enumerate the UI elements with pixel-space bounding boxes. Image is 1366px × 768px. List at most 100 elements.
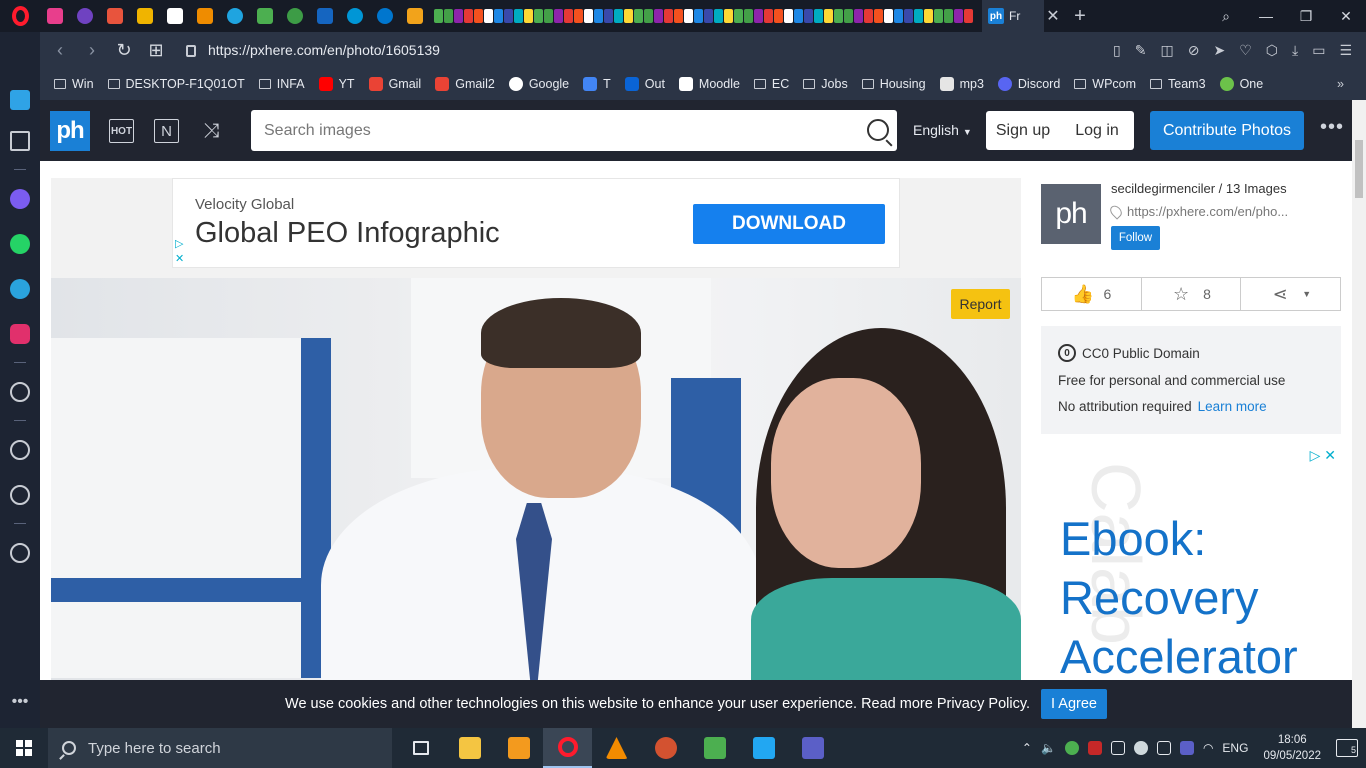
ad-download-button[interactable]: DOWNLOAD (693, 204, 885, 244)
tab-el-icon[interactable] (400, 0, 430, 32)
collapsed-tab-favicon[interactable] (624, 9, 633, 23)
collapsed-tab-favicon[interactable] (714, 9, 723, 23)
new-tab-button[interactable]: + (1062, 5, 1098, 28)
collapsed-tab-favicon[interactable] (584, 9, 593, 23)
collapsed-tab-favicon[interactable] (754, 9, 763, 23)
pxhere-logo[interactable]: ph (50, 111, 90, 151)
collapsed-tab-favicon[interactable] (444, 9, 453, 23)
collapsed-tab-favicon[interactable] (794, 9, 803, 23)
security-icon[interactable] (1064, 741, 1079, 755)
collapsed-tab-favicon[interactable] (454, 9, 463, 23)
learn-more-link[interactable]: Learn more (1198, 399, 1267, 414)
collapsed-tab-favicon[interactable] (774, 9, 783, 23)
collapsed-tab-favicon[interactable] (924, 9, 933, 23)
volume-icon[interactable]: 🔈 (1041, 741, 1056, 755)
powerpoint-icon[interactable] (641, 728, 690, 768)
tab-amazon-icon[interactable] (160, 0, 190, 32)
collapsed-tab-favicon[interactable] (504, 9, 513, 23)
new-icon[interactable]: N (154, 119, 179, 143)
contribute-photos-button[interactable]: Contribute Photos (1150, 111, 1304, 150)
collapsed-tab-favicon[interactable] (434, 9, 443, 23)
active-tab[interactable]: ph Fr (982, 0, 1044, 32)
recorder-icon[interactable] (1087, 741, 1102, 755)
collapsed-tab-favicon[interactable] (834, 9, 843, 23)
tab-puzzle-icon[interactable] (100, 0, 130, 32)
collapsed-tab-favicon[interactable] (654, 9, 663, 23)
tab-grid-icon[interactable]: ⊞ (140, 40, 172, 61)
collapsed-tab-favicon[interactable] (474, 9, 483, 23)
collapsed-tab-favicon[interactable] (534, 9, 543, 23)
tab-c-icon[interactable] (220, 0, 250, 32)
teams-tray-icon[interactable] (1179, 741, 1194, 755)
collapsed-tab-favicon[interactable] (904, 9, 913, 23)
minimize-button[interactable]: — (1246, 8, 1286, 24)
send-icon[interactable]: ➤ (1213, 42, 1225, 59)
collapsed-tab-favicon[interactable] (664, 9, 673, 23)
favorite-button[interactable]: ☆ 8 (1142, 278, 1242, 310)
reader-icon[interactable]: ▯ (1113, 42, 1121, 59)
reload-button[interactable]: ↻ (108, 40, 140, 61)
collapsed-tab-favicon[interactable] (764, 9, 773, 23)
file-explorer-icon[interactable] (445, 728, 494, 768)
follow-button[interactable]: Follow (1111, 226, 1160, 250)
bookmark-team3[interactable]: Team3 (1150, 77, 1206, 91)
collapsed-tab-favicon[interactable] (944, 9, 953, 23)
task-manager-icon[interactable] (1156, 741, 1171, 755)
scrollbar-thumb[interactable] (1355, 140, 1363, 198)
collapsed-tab-favicon[interactable] (604, 9, 613, 23)
onedrive-icon[interactable] (1133, 741, 1148, 755)
tab-leaf-icon[interactable] (280, 0, 310, 32)
collapsed-tab-favicon[interactable] (704, 9, 713, 23)
bookmark-jobs[interactable]: Jobs (803, 77, 848, 91)
main-photo[interactable]: Report (51, 278, 1021, 680)
collapsed-tab-favicon[interactable] (864, 9, 873, 23)
collapsed-tab-favicon[interactable] (894, 9, 903, 23)
shuffle-icon[interactable]: ⤨ (199, 119, 224, 143)
author-name[interactable]: secildegirmenciler / 13 Images (1111, 181, 1287, 196)
collapsed-tab-favicon[interactable] (844, 9, 853, 23)
collapsed-tab-favicon[interactable] (814, 9, 823, 23)
tab-banner-icon[interactable] (130, 0, 160, 32)
collapsed-tab-favicon[interactable] (634, 9, 643, 23)
bookmark-win[interactable]: Win (54, 77, 94, 91)
collapsed-tab-favicon[interactable] (884, 9, 893, 23)
spreadsheet-icon[interactable] (690, 728, 739, 768)
tray-overflow-icon[interactable]: ⌃ (1022, 741, 1032, 755)
bookmark-gmail[interactable]: Gmail (368, 77, 421, 91)
share-button[interactable]: ⋖ ▼ (1241, 278, 1340, 310)
author-avatar[interactable]: ph (1041, 184, 1101, 244)
log-in-button[interactable]: Log in (1060, 122, 1134, 140)
collapsed-tab-favicon[interactable] (874, 9, 883, 23)
collapsed-tabs[interactable] (434, 0, 982, 32)
bookmark-mp3[interactable]: mp3 (939, 77, 984, 91)
collapsed-tab-favicon[interactable] (914, 9, 923, 23)
wifi-icon[interactable]: ◠ (1203, 741, 1213, 755)
vscode-icon[interactable] (739, 728, 788, 768)
collapsed-tab-favicon[interactable] (494, 9, 503, 23)
camera-icon[interactable]: ◫ (1161, 42, 1174, 59)
more-menu-icon[interactable]: ••• (1320, 116, 1344, 139)
opera-taskbar-icon[interactable] (543, 728, 592, 768)
bookmarks-more-icon[interactable]: » (1337, 77, 1344, 91)
search-input[interactable]: Search images (251, 110, 897, 151)
download-icon[interactable]: ⤓ (1292, 42, 1298, 59)
tab-hp-icon[interactable] (340, 0, 370, 32)
cookie-agree-button[interactable]: I Agree (1041, 689, 1107, 719)
tab-pinwheel-icon[interactable] (250, 0, 280, 32)
search-icon[interactable] (867, 119, 889, 141)
bookmark-housing[interactable]: Housing (861, 77, 926, 91)
bookmark-google[interactable]: Google (508, 77, 569, 91)
bookmark-gmail2[interactable]: Gmail2 (435, 77, 495, 91)
ad-banner[interactable]: Velocity Global Global PEO Infographic D… (172, 178, 900, 268)
restore-button[interactable]: ❐ (1286, 8, 1326, 25)
heart-icon[interactable]: ♡ (1239, 42, 1252, 59)
opera-menu-button[interactable] (0, 0, 40, 32)
battery-icon[interactable] (1110, 741, 1125, 755)
edit-icon[interactable]: ✎ (1135, 42, 1147, 59)
close-tab-icon[interactable]: ✕ (1044, 6, 1062, 26)
forward-button[interactable]: › (76, 40, 108, 61)
collapsed-tab-favicon[interactable] (934, 9, 943, 23)
tab-h-icon[interactable] (190, 0, 220, 32)
tab-search-icon[interactable]: ⌕ (1206, 8, 1246, 25)
collapsed-tab-favicon[interactable] (464, 9, 473, 23)
